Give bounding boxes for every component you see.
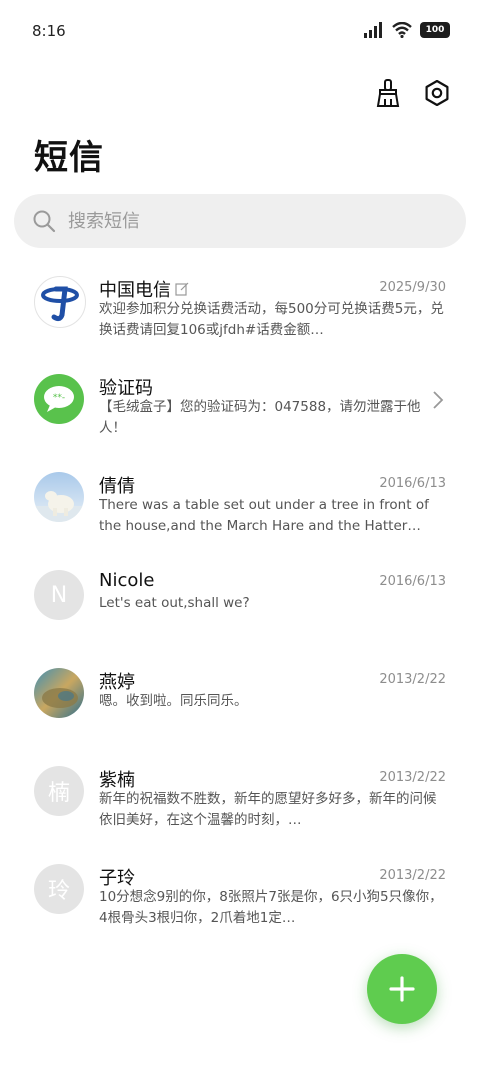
conversation-preview: 10分想念9别的你，8张照片7张是你，6只小狗5只像你，4根骨头3根归你，2爪着… <box>99 889 443 926</box>
conversation-date: 2016/6/13 <box>379 574 446 589</box>
landscape-photo-icon <box>42 688 78 708</box>
search-icon <box>33 210 56 233</box>
status-time: 8:16 <box>32 22 66 40</box>
status-bar: 8:16 100 <box>0 0 480 64</box>
battery-icon: 100 <box>420 22 450 38</box>
conversation-date: 2016/6/13 <box>379 476 446 491</box>
settings-button[interactable] <box>422 78 452 108</box>
letter-avatar: 楠 <box>34 766 84 816</box>
conversation-date: 2025/9/30 <box>379 280 446 295</box>
conversation-preview: 新年的祝福数不胜数，新年的愿望好多好多，新年的问候依旧美好，在这个温馨的时刻，… <box>99 791 437 828</box>
conversation-preview: 【毛绒盒子】您的验证码为：047588，请勿泄露于他人！ <box>99 399 421 436</box>
conversation-preview: There was a table set out under a tree i… <box>99 497 429 534</box>
conversation-preview: 欢迎参加积分兑换话费活动，每500分可兑换话费5元，兑换话费请回复106或jfd… <box>99 301 444 338</box>
conversation-item[interactable]: 燕婷 2013/2/22 嗯。收到啦。同乐同乐。 <box>0 654 480 752</box>
status-icons: 100 <box>364 22 450 38</box>
search-bar[interactable] <box>14 194 466 248</box>
conversation-item[interactable]: **- 验证码 【毛绒盒子】您的验证码为：047588，请勿泄露于他人！ <box>0 360 480 458</box>
message-bubble-icon: **- <box>44 386 74 412</box>
search-input[interactable] <box>66 209 430 233</box>
conversation-item[interactable]: 中国电信 2025/9/30 欢迎参加积分兑换话费活动，每500分可兑换话费5元… <box>0 262 480 360</box>
contact-name: Nicole <box>99 570 155 591</box>
clean-button[interactable] <box>374 78 404 108</box>
conversation-date: 2013/2/22 <box>379 672 446 687</box>
conversation-date: 2013/2/22 <box>379 770 446 785</box>
wifi-icon <box>392 22 412 38</box>
conversation-name: Nicole <box>99 570 154 591</box>
landscape-avatar <box>34 668 84 718</box>
conversation-item[interactable]: 楠 紫楠 2013/2/22 新年的祝福数不胜数，新年的愿望好多好多，新年的问候… <box>0 752 480 850</box>
plus-icon <box>389 976 415 1002</box>
svg-text:**-: **- <box>53 393 65 403</box>
polar-bear-photo-icon <box>34 491 84 522</box>
letter-avatar: 玲 <box>34 864 84 914</box>
telecom-logo-avatar <box>34 276 86 328</box>
signal-icon <box>364 22 382 38</box>
conversation-item[interactable]: 倩倩 2016/6/13 There was a table set out u… <box>0 458 480 556</box>
letter-avatar: N <box>34 570 84 620</box>
polar-bear-avatar <box>34 472 84 522</box>
draft-icon <box>175 282 189 296</box>
new-message-button[interactable] <box>367 954 437 1024</box>
conversation-preview: 嗯。收到啦。同乐同乐。 <box>99 693 248 709</box>
page-title: 短信 <box>34 138 104 178</box>
conversation-item[interactable]: N Nicole 2016/6/13 Let's eat out,shall w… <box>0 556 480 654</box>
china-telecom-logo-icon <box>41 286 79 322</box>
verification-avatar: **- <box>34 374 84 424</box>
conversation-item[interactable]: 玲 子玲 2013/2/22 10分想念9别的你，8张照片7张是你，6只小狗5只… <box>0 850 480 948</box>
chevron-right-icon[interactable] <box>432 390 444 410</box>
top-actions <box>374 78 452 108</box>
conversation-list: 中国电信 2025/9/30 欢迎参加积分兑换话费活动，每500分可兑换话费5元… <box>0 262 480 948</box>
gear-icon <box>425 80 449 106</box>
broom-icon <box>376 79 400 107</box>
conversation-preview: Let's eat out,shall we? <box>99 595 250 611</box>
conversation-date: 2013/2/22 <box>379 868 446 883</box>
